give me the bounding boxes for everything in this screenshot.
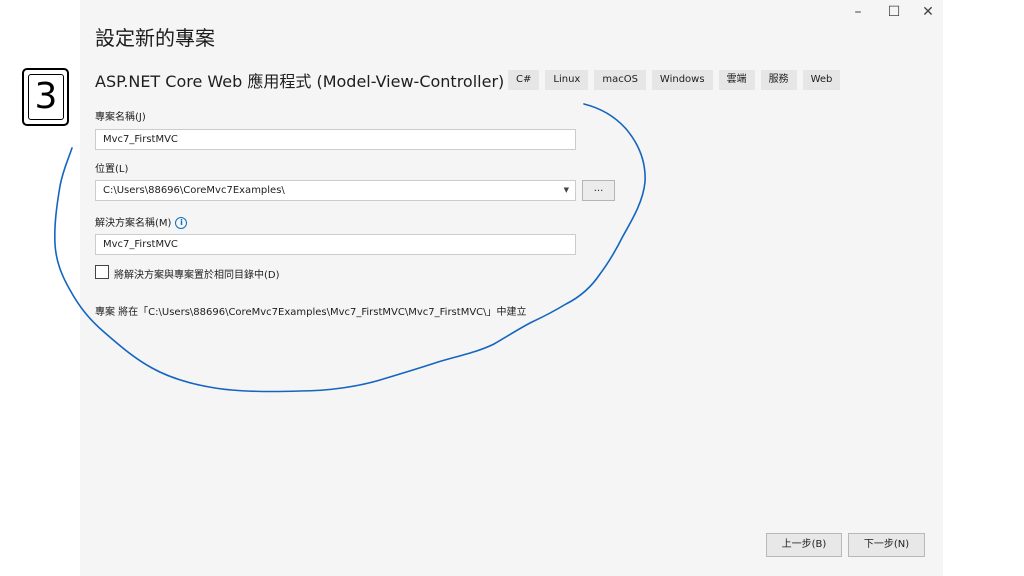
solution-name-label-row: 解決方案名稱(M) i [95, 214, 188, 229]
info-icon[interactable]: i [175, 217, 188, 229]
solution-name-input[interactable]: Mvc7_FirstMVC [95, 234, 576, 255]
minimize-button[interactable]: – [846, 2, 870, 22]
template-tags: C# Linux macOS Windows 雲端 服務 Web [508, 70, 841, 90]
tag-macos: macOS [594, 70, 646, 90]
same-directory-checkbox[interactable] [95, 265, 109, 279]
template-name: ASP.NET Core Web 應用程式 (Model-View-Contro… [95, 72, 505, 91]
tag-service: 服務 [760, 70, 797, 90]
tag-csharp: C# [508, 70, 540, 90]
location-combobox[interactable]: C:\Users\88696\CoreMvc7Examples\ ▼ [95, 180, 576, 201]
same-directory-label[interactable]: 將解決方案與專案置於相同目錄中(D) [114, 266, 280, 281]
project-name-label: 專案名稱(J) [95, 112, 146, 123]
back-button[interactable]: 上一步(B) [766, 533, 842, 557]
step-number: 3 [28, 74, 64, 120]
location-value: C:\Users\88696\CoreMvc7Examples\ [103, 185, 285, 196]
project-name-input[interactable]: Mvc7_FirstMVC [95, 129, 576, 150]
step-number-badge: 3 [22, 68, 69, 126]
browse-button[interactable]: ... [582, 180, 615, 201]
maximize-button[interactable]: ☐ [882, 2, 906, 22]
location-label: 位置(L) [95, 164, 129, 175]
chevron-down-icon[interactable]: ▼ [564, 181, 569, 200]
tag-linux: Linux [545, 70, 589, 90]
tag-windows: Windows [651, 70, 713, 90]
new-project-dialog: – ☐ ✕ 設定新的專案 ASP.NET Core Web 應用程式 (Mode… [80, 0, 943, 576]
solution-name-label: 解決方案名稱(M) [95, 218, 172, 229]
next-button[interactable]: 下一步(N) [848, 533, 925, 557]
close-button[interactable]: ✕ [916, 2, 940, 22]
tag-web: Web [802, 70, 841, 90]
tag-cloud: 雲端 [718, 70, 755, 90]
project-path-note: 專案 將在「C:\Users\88696\CoreMvc7Examples\Mv… [95, 307, 527, 318]
page-title: 設定新的專案 [95, 26, 215, 50]
